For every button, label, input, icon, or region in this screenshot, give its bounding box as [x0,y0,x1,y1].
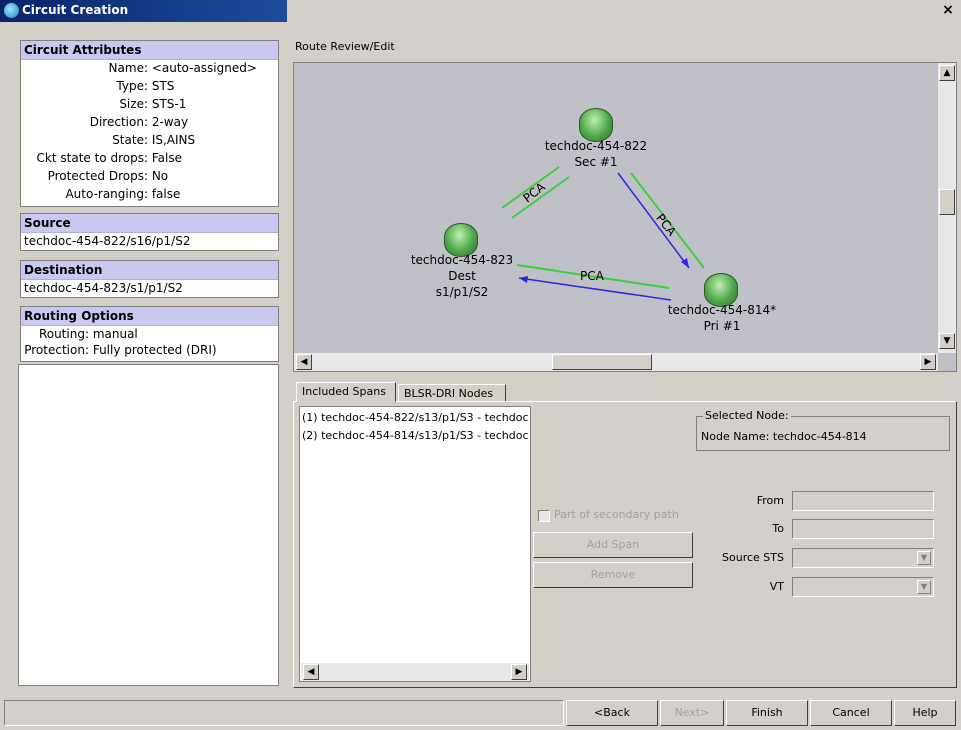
attr-value: false [151,187,181,201]
to-field[interactable] [792,519,934,539]
app-icon [4,3,19,18]
source-value: techdoc-454-822/s16/p1/S2 [24,234,191,248]
attr-key: State: [112,133,148,147]
vt-select[interactable]: ▼ [792,577,934,597]
spans-scroll-right-icon[interactable]: ▶ [511,664,527,680]
link-822-814-blue[interactable] [617,172,690,269]
routing-options-title: Routing Options [21,307,278,326]
included-spans-list[interactable]: (1) techdoc-454-822/s13/p1/S3 - techdoc … [299,406,531,682]
attr-key: Type: [116,79,148,93]
source-sts-chevron-down-icon[interactable]: ▼ [917,551,931,565]
attr-key: Size: [119,97,148,111]
routing-key: Routing: [38,327,89,341]
route-graph: PCA PCA PCA [501,166,705,301]
routing-options-panel: Routing Options Routing: manual Protecti… [20,306,279,362]
next-button[interactable]: Next> [660,700,724,726]
node-822-name: techdoc-454-822 [544,139,648,153]
close-icon[interactable]: × [940,2,956,18]
protection-key: Protection: [24,343,89,357]
route-canvas[interactable]: PCA PCA PCA techdoc-454-822 Sec #1 techd… [293,62,957,372]
selected-node-name: Node Name: techdoc-454-814 [701,430,867,443]
secondary-path-label: Part of secondary path [554,508,679,521]
route-review-label: Route Review/Edit [295,40,395,53]
to-label: To [772,522,784,535]
circuit-attributes-panel: Circuit Attributes Name: <auto-assigned>… [20,40,279,207]
attr-value: No [151,169,169,183]
node-823-name: techdoc-454-823 [410,253,514,267]
tab-included-spans[interactable]: Included Spans [296,382,396,402]
node-822-role: Sec #1 [574,155,618,169]
spans-hscrollbar[interactable] [301,663,529,681]
attr-key: Auto-ranging: [65,187,148,201]
node-823-port: s1/p1/S2 [435,285,489,299]
secondary-path-checkbox[interactable] [538,510,550,522]
attr-row-auto-ranging: Auto-ranging: false [21,187,180,201]
node-822[interactable] [579,108,613,142]
back-button[interactable]: <Back [566,700,658,726]
attr-row-ckt-state: Ckt state to drops: False [21,151,182,165]
attr-value: STS-1 [151,97,187,111]
attr-row-size: Size: STS-1 [21,97,186,111]
link-label-823-814: PCA [580,269,605,283]
tab-blsr-dri-nodes[interactable]: BLSR-DRI Nodes [398,384,506,402]
node-814-name: techdoc-454-814* [667,303,777,317]
attr-row-type: Type: STS [21,79,174,93]
attr-key: Direction: [89,115,148,129]
attr-row-state: State: IS,AINS [21,133,195,147]
destination-value: techdoc-454-823/s1/p1/S2 [24,281,183,295]
add-span-button[interactable]: Add Span [533,532,693,558]
source-title: Source [21,214,278,233]
vt-chevron-down-icon[interactable]: ▼ [917,580,931,594]
node-814[interactable] [704,273,738,307]
vscroll-thumb[interactable] [939,189,955,215]
selected-node-title: Selected Node: [703,409,791,422]
attr-row-protected-drops: Protected Drops: No [21,169,169,183]
node-814-role: Pri #1 [703,319,741,333]
attr-value: <auto-assigned> [151,61,257,75]
vt-label: VT [769,580,784,593]
protection-row: Protection: Fully protected (DRI) [21,343,217,357]
routing-row: Routing: manual [21,327,138,341]
remove-button[interactable]: Remove [533,562,693,588]
help-button[interactable]: Help [894,700,956,726]
cancel-button[interactable]: Cancel [810,700,892,726]
attr-row-name: Name: <auto-assigned> [21,61,257,75]
from-field[interactable] [792,491,934,511]
attr-key: Protected Drops: [47,169,148,183]
source-sts-select[interactable]: ▼ [792,548,934,568]
attr-value: False [151,151,182,165]
from-label: From [756,494,784,507]
node-823-role: Dest [448,269,476,283]
routing-value: manual [92,327,138,341]
attr-key: Name: [108,61,148,75]
node-name-label: Node Name: [701,430,770,443]
status-bar [4,700,564,726]
scroll-up-icon[interactable]: ▲ [939,65,955,81]
circuit-attributes-title: Circuit Attributes [21,41,278,60]
scroll-right-icon[interactable]: ▶ [920,354,936,370]
node-823[interactable] [444,223,478,257]
scroll-down-icon[interactable]: ▼ [939,333,955,349]
spans-scroll-left-icon[interactable]: ◀ [303,664,319,680]
hscroll-thumb[interactable] [552,354,652,370]
source-panel: Source techdoc-454-822/s16/p1/S2 [20,213,279,251]
attr-row-direction: Direction: 2-way [21,115,188,129]
finish-button[interactable]: Finish [726,700,808,726]
attr-key: Ckt state to drops: [36,151,148,165]
span-item-1[interactable]: (1) techdoc-454-822/s13/p1/S3 - techdoc [302,411,528,424]
window-title: Circuit Creation [22,3,129,17]
destination-panel: Destination techdoc-454-823/s1/p1/S2 [20,260,279,298]
attr-value: STS [151,79,175,93]
attr-value: IS,AINS [151,133,196,147]
attr-value: 2-way [151,115,189,129]
span-item-2[interactable]: (2) techdoc-454-814/s13/p1/S3 - techdoc [302,429,528,442]
protection-value: Fully protected (DRI) [92,343,217,357]
scroll-left-icon[interactable]: ◀ [296,354,312,370]
source-sts-label: Source STS [722,551,784,564]
selected-node-group: Selected Node: Node Name: techdoc-454-81… [696,409,950,451]
destination-title: Destination [21,261,278,280]
left-empty-area [18,364,279,686]
node-name-value: techdoc-454-814 [772,430,867,443]
